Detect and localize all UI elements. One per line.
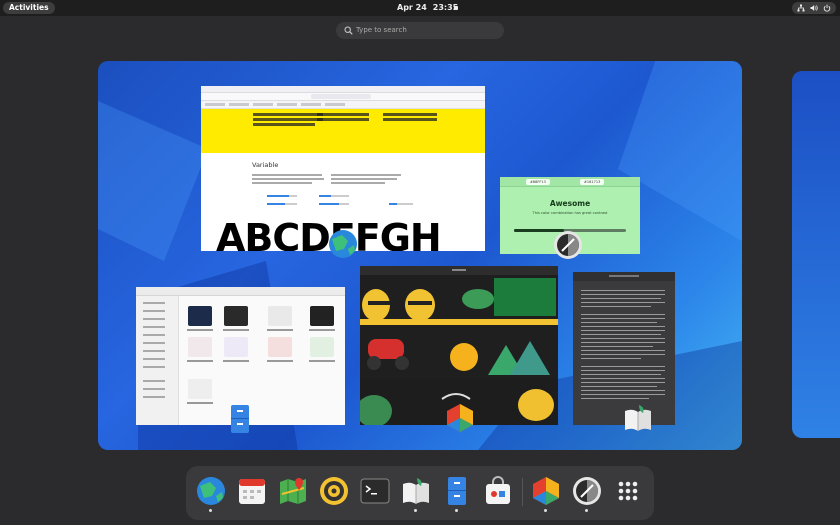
search-icon: [344, 26, 353, 35]
terminal-icon[interactable]: [360, 476, 390, 506]
wallpaper-shape: [98, 101, 208, 261]
file-thumbnail[interactable]: [188, 306, 212, 326]
book-icon[interactable]: [623, 403, 653, 433]
network-icon: [797, 4, 805, 12]
cabinet-icon[interactable]: [225, 404, 255, 434]
top-bar: Activities Apr 24 23:35: [0, 0, 840, 16]
files-header: [136, 287, 345, 296]
power-icon: [823, 4, 830, 12]
art-header: [360, 266, 558, 275]
running-indicator: [414, 509, 417, 512]
file-thumbnail[interactable]: [310, 337, 334, 357]
running-indicator: [544, 509, 547, 512]
search-input[interactable]: Type to search: [336, 22, 504, 39]
system-menu[interactable]: [792, 2, 836, 14]
contrast-icon[interactable]: [553, 230, 583, 260]
activities-button[interactable]: Activities: [3, 2, 55, 14]
calendar-icon[interactable]: [237, 476, 267, 506]
contrast-icon[interactable]: [572, 476, 602, 506]
browser-url-bar: [201, 93, 485, 101]
running-indicator: [455, 509, 458, 512]
grid-icon[interactable]: [613, 476, 643, 506]
contrast-header: #88FF13 #161713: [500, 177, 640, 187]
globe-icon[interactable]: [328, 229, 358, 259]
hexagon-icon[interactable]: [445, 403, 475, 433]
notification-indicator: [454, 6, 458, 10]
search-placeholder: Type to search: [356, 26, 407, 34]
file-thumbnail[interactable]: [268, 306, 292, 326]
running-indicator: [209, 509, 212, 512]
hexagon-icon[interactable]: [531, 476, 561, 506]
browser-tab-bar: [201, 86, 485, 93]
file-thumbnail[interactable]: [310, 306, 334, 326]
file-thumbnail[interactable]: [224, 337, 248, 357]
background-color-field[interactable]: #161713: [580, 179, 604, 185]
globe-icon[interactable]: [196, 476, 226, 506]
file-thumbnail[interactable]: [268, 337, 292, 357]
file-thumbnail[interactable]: [188, 337, 212, 357]
files-sidebar: [136, 296, 179, 425]
dock: [186, 466, 654, 520]
file-thumbnail[interactable]: [224, 306, 248, 326]
browser-window[interactable]: Variable ABCDEFGH: [201, 86, 485, 251]
font-sample-banner: [201, 109, 485, 153]
contrast-subtitle: This color combination has great contras…: [532, 211, 608, 215]
book-icon[interactable]: [401, 476, 431, 506]
foreground-color-field[interactable]: #88FF13: [526, 179, 550, 185]
volume-icon: [810, 5, 818, 11]
map-icon[interactable]: [278, 476, 308, 506]
dock-separator: [522, 478, 523, 506]
cabinet-icon[interactable]: [442, 476, 472, 506]
overview-screen: Activities Apr 24 23:35 Type to search V…: [0, 0, 840, 525]
section-heading: Variable: [252, 161, 279, 169]
clock-date: Apr 24: [397, 3, 427, 12]
next-workspace-thumbnail[interactable]: [792, 71, 840, 438]
shopping-bag-icon[interactable]: [483, 476, 513, 506]
art-window[interactable]: [360, 266, 558, 425]
speaker-icon[interactable]: [319, 476, 349, 506]
file-thumbnail[interactable]: [188, 379, 212, 399]
contrast-title: Awesome: [549, 199, 591, 208]
book-header: [573, 272, 675, 281]
running-indicator: [585, 509, 588, 512]
browser-bookmarks-bar: [201, 101, 485, 109]
